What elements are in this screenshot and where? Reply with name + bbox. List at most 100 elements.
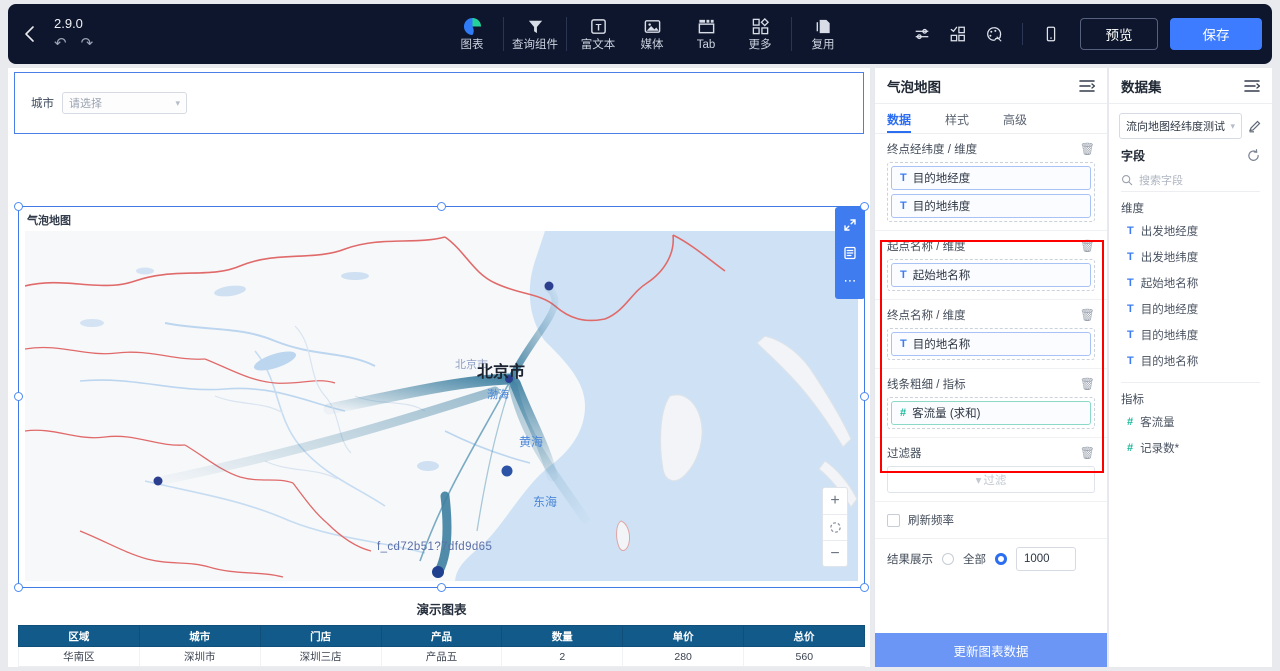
tool-rich-text[interactable]: T 富文本	[571, 4, 625, 64]
refresh-icon[interactable]	[1247, 149, 1260, 162]
th-city[interactable]: 城市	[139, 626, 260, 647]
panel-menu-icon[interactable]	[1079, 79, 1095, 93]
th-total-price[interactable]: 总价	[744, 626, 865, 647]
refresh-frequency-row[interactable]: 刷新频率	[875, 502, 1107, 539]
result-limit-radio[interactable]	[995, 553, 1007, 565]
version-block: 2.9.0 ↶ ↷	[50, 4, 93, 64]
map-sea-label-donghai: 东海	[533, 493, 557, 510]
dataset-select[interactable]: 流向地图经纬度测试 ▾	[1119, 113, 1242, 139]
field-dest-name[interactable]: T 目的地名称	[1109, 348, 1272, 374]
resize-handle-br[interactable]	[860, 583, 869, 592]
pencil-icon[interactable]	[1248, 119, 1262, 133]
slot-header: 线条粗细 / 指标 🗑	[887, 376, 1095, 392]
slot-end-lnglat: 终点经纬度 / 维度 🗑 T 目的地经度 T 目的地纬度	[875, 134, 1107, 231]
resize-handle-bc[interactable]	[437, 583, 446, 592]
demo-table-widget: 演示图表 区域 城市 门店 产品 数量 单价 总价 华南区	[18, 595, 865, 667]
back-button[interactable]	[8, 4, 50, 64]
dimension-type-icon: T	[1127, 355, 1134, 367]
zoom-out-button[interactable]: −	[823, 540, 847, 566]
cell: 产品三	[381, 667, 502, 668]
layout-grid-icon[interactable]	[941, 17, 975, 51]
panel-menu-icon[interactable]	[1244, 79, 1260, 93]
field-passenger-flow[interactable]: # 客流量	[1109, 409, 1272, 435]
tab-style[interactable]: 样式	[945, 111, 969, 133]
map-canvas[interactable]: 北京市 北京市 渤海 黄海 东海 f_cd72b51?7dfd9d65 + −	[25, 231, 858, 581]
city-select[interactable]: 请选择 ▾	[62, 92, 187, 114]
list-panel-icon[interactable]	[835, 239, 865, 267]
refresh-frequency-checkbox[interactable]	[887, 514, 900, 527]
result-limit-input[interactable]	[1016, 547, 1076, 571]
tool-reuse[interactable]: 复用	[796, 4, 850, 64]
mobile-device-icon[interactable]	[1034, 17, 1068, 51]
undo-icon[interactable]: ↶	[54, 36, 67, 52]
field-origin-name[interactable]: T 起始地名称	[1109, 270, 1272, 296]
tab-data[interactable]: 数据	[887, 111, 911, 133]
trash-icon[interactable]: 🗑	[1080, 308, 1095, 322]
slot-dropzone[interactable]: T 起始地名称	[887, 259, 1095, 291]
th-unit-price[interactable]: 单价	[623, 626, 744, 647]
dimension-type-icon: T	[900, 200, 907, 212]
resize-handle-mr[interactable]	[860, 392, 869, 401]
field-dest-longitude[interactable]: T 目的地经度	[1109, 296, 1272, 322]
field-dest-latitude[interactable]: T 目的地纬度	[1109, 322, 1272, 348]
field-origin-latitude[interactable]: T 出发地纬度	[1109, 244, 1272, 270]
th-store[interactable]: 门店	[260, 626, 381, 647]
ellipsis-icon[interactable]: ⋯	[835, 267, 865, 295]
cell: 2	[502, 647, 623, 667]
filter-dropzone[interactable]: ▾ 过滤	[887, 466, 1095, 493]
topbar-right-divider	[1022, 23, 1023, 45]
expand-arrows-icon[interactable]	[835, 211, 865, 239]
trash-icon[interactable]: 🗑	[1080, 239, 1095, 253]
trash-icon[interactable]: 🗑	[1080, 377, 1095, 391]
zoom-reset-button[interactable]	[823, 514, 847, 540]
field-pill-origin-name[interactable]: T 起始地名称	[891, 263, 1091, 287]
slot-dropzone[interactable]: T 目的地名称	[887, 328, 1095, 360]
th-region[interactable]: 区域	[19, 626, 140, 647]
map-widget-title: 气泡地图	[27, 212, 71, 228]
palette-icon[interactable]	[977, 17, 1011, 51]
field-pill-passenger-flow[interactable]: # 客流量 (求和)	[891, 401, 1091, 425]
result-all-radio[interactable]	[942, 553, 954, 565]
filter-funnel-icon: ▾	[976, 473, 982, 487]
tool-chart[interactable]: 图表	[445, 4, 499, 64]
field-pill-dest-longitude[interactable]: T 目的地经度	[891, 166, 1091, 190]
tab-advanced[interactable]: 高级	[1003, 111, 1027, 133]
th-quantity[interactable]: 数量	[502, 626, 623, 647]
trash-icon[interactable]: 🗑	[1080, 446, 1095, 460]
field-pill-dest-name[interactable]: T 目的地名称	[891, 332, 1091, 356]
filter-widget[interactable]: 城市 请选择 ▾	[14, 72, 864, 134]
slot-dest-name: 终点名称 / 维度 🗑 T 目的地名称	[875, 300, 1107, 369]
field-pill-label: 目的地纬度	[913, 198, 971, 214]
update-chart-data-button[interactable]: 更新图表数据	[875, 633, 1107, 667]
field-origin-longitude[interactable]: T 出发地经度	[1109, 218, 1272, 244]
chevron-down-icon: ▾	[1230, 121, 1235, 132]
preview-button[interactable]: 预览	[1080, 18, 1158, 50]
trash-icon[interactable]: 🗑	[1080, 142, 1095, 156]
sliders-icon[interactable]	[905, 17, 939, 51]
resize-handle-tl[interactable]	[14, 202, 23, 211]
tool-media[interactable]: 媒体	[625, 4, 679, 64]
tool-tab[interactable]: Tab	[679, 4, 733, 64]
field-search[interactable]: 搜索字段	[1121, 168, 1260, 192]
tool-media-label: 媒体	[641, 39, 664, 52]
field-pill-dest-latitude[interactable]: T 目的地纬度	[891, 194, 1091, 218]
field-record-count[interactable]: # 记录数*	[1109, 435, 1272, 461]
resize-handle-bl[interactable]	[14, 583, 23, 592]
zoom-in-button[interactable]: +	[823, 488, 847, 514]
tool-more[interactable]: 更多	[733, 4, 787, 64]
redo-icon[interactable]: ↷	[81, 36, 94, 52]
resize-handle-tr[interactable]	[860, 202, 869, 211]
resize-handle-tc[interactable]	[437, 202, 446, 211]
dataset-panel: 数据集 流向地图经纬度测试 ▾ 字段 搜索字段	[1108, 68, 1272, 667]
slot-dropzone[interactable]: T 目的地经度 T 目的地纬度	[887, 162, 1095, 222]
slot-label: 过滤器	[887, 445, 922, 461]
th-product[interactable]: 产品	[381, 626, 502, 647]
field-pill-label: 客流量 (求和)	[912, 405, 980, 421]
search-icon	[1121, 174, 1133, 186]
fields-title: 字段	[1121, 147, 1145, 164]
bubble-map-widget[interactable]: 气泡地图	[18, 206, 865, 588]
slot-dropzone[interactable]: # 客流量 (求和)	[887, 397, 1095, 429]
tool-query-widget[interactable]: 查询组件	[508, 4, 562, 64]
resize-handle-ml[interactable]	[14, 392, 23, 401]
save-button[interactable]: 保存	[1170, 18, 1262, 50]
